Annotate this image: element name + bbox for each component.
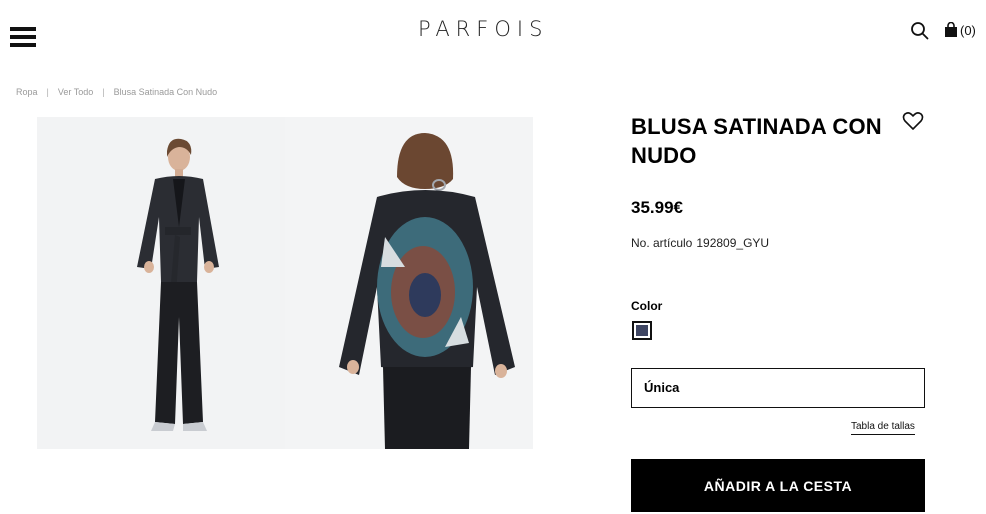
size-guide-link[interactable]: Tabla de tallas — [851, 421, 915, 435]
breadcrumb-separator: | — [46, 87, 49, 97]
model-front-illustration — [37, 117, 285, 449]
reference-value: 192809_GYU — [696, 236, 770, 250]
color-label: Color — [631, 299, 663, 313]
add-to-cart-button[interactable]: AÑADIR A LA CESTA — [631, 459, 925, 512]
breadcrumb-item-ropa[interactable]: Ropa — [16, 87, 38, 97]
product-title: BLUSA SATINADA CON NUDO — [631, 114, 882, 168]
product-reference: No. artículo 192809_GYU — [631, 236, 769, 250]
heart-icon[interactable] — [902, 111, 924, 131]
size-selector[interactable]: Única — [631, 368, 925, 408]
breadcrumb: Ropa | Ver Todo | Blusa Satinada Con Nud… — [16, 87, 217, 97]
reference-label: No. artículo — [631, 236, 693, 250]
cart-button[interactable]: (0) — [944, 21, 976, 39]
search-icon-graphic — [911, 22, 929, 40]
breadcrumb-separator: | — [102, 87, 105, 97]
product-image-front[interactable] — [37, 117, 285, 449]
heart-icon-graphic — [902, 112, 924, 130]
breadcrumb-item-ver-todo[interactable]: Ver Todo — [58, 87, 93, 97]
cart-count: (0) — [960, 22, 976, 38]
bag-icon — [945, 22, 957, 37]
product-image-back[interactable] — [285, 117, 533, 449]
menu-bar — [10, 35, 36, 39]
color-swatch[interactable] — [632, 321, 652, 340]
product-gallery — [37, 117, 533, 449]
product-price: 35.99€ — [631, 198, 683, 217]
model-back-illustration — [285, 117, 533, 449]
brand-logo[interactable]: PARFOIS — [418, 17, 548, 41]
menu-icon[interactable] — [10, 27, 36, 48]
menu-bar — [10, 27, 36, 31]
menu-bar — [10, 43, 36, 47]
color-swatch-fill — [636, 325, 648, 336]
breadcrumb-item-current[interactable]: Blusa Satinada Con Nudo — [114, 87, 218, 97]
search-icon[interactable] — [910, 21, 930, 41]
